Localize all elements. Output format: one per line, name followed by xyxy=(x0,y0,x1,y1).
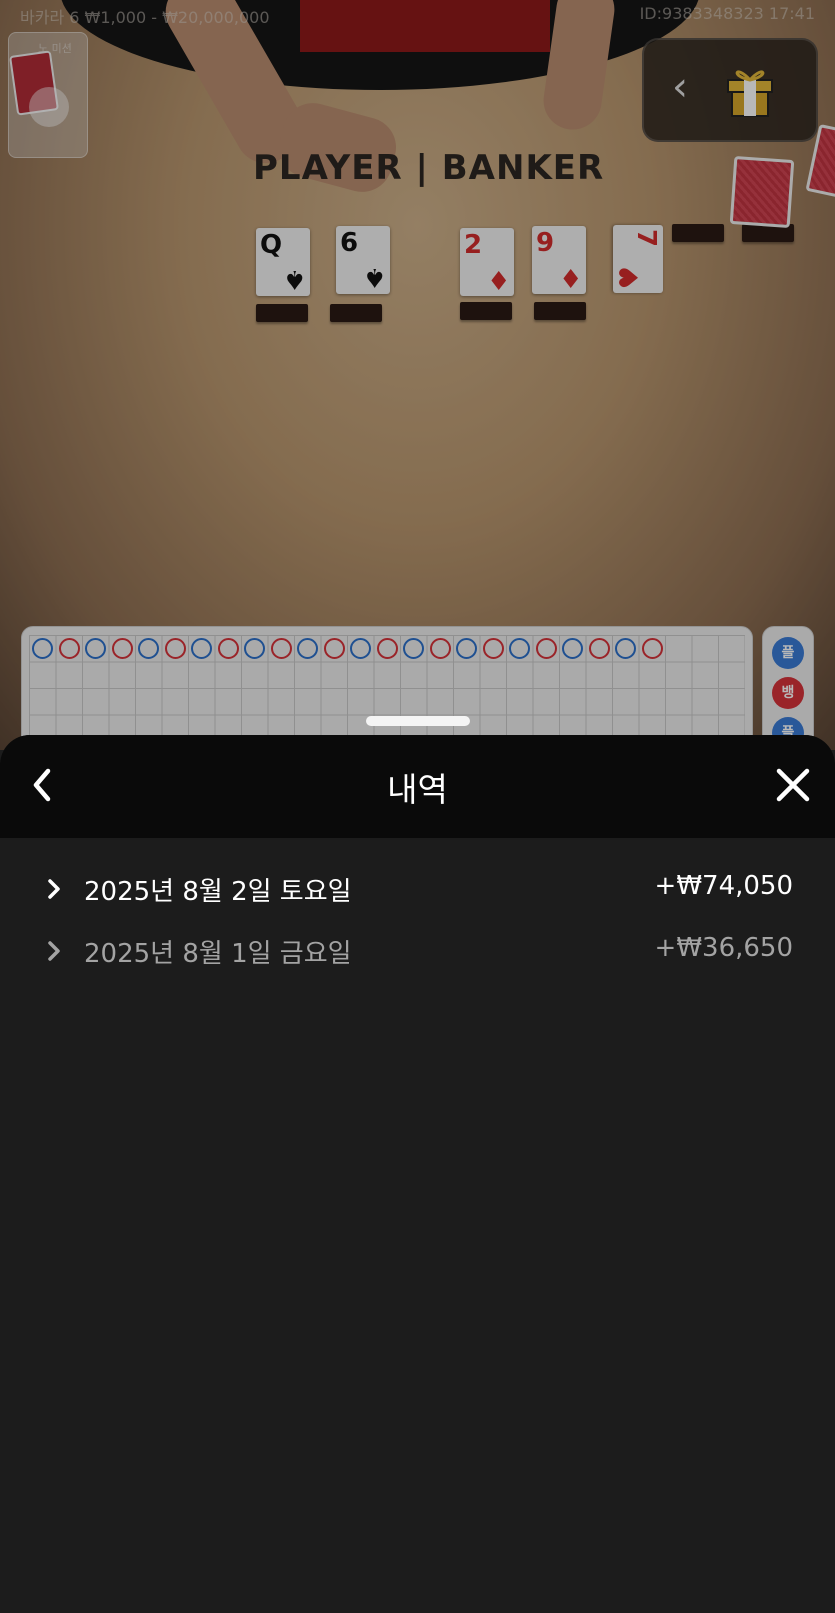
history-amount: +₩74,050 xyxy=(654,871,793,901)
chevron-right-icon xyxy=(48,879,60,899)
history-row[interactable]: 2025년 8월 2일 토요일 +₩74,050 xyxy=(0,865,835,915)
live-game-scene: 바카라 6 ₩1,000 - ₩20,000,000 ID:9383348323… xyxy=(0,0,835,750)
sheet-drag-handle[interactable] xyxy=(366,716,470,726)
scene-dim-overlay xyxy=(0,0,835,750)
history-row[interactable]: 2025년 8월 1일 금요일 +₩36,650 xyxy=(0,927,835,977)
history-sheet: 내역 2025년 8월 2일 토요일 +₩74,050 2025년 8월 1일 … xyxy=(0,735,835,1613)
close-icon[interactable] xyxy=(771,763,815,807)
sheet-title: 내역 xyxy=(387,770,448,809)
history-amount: +₩36,650 xyxy=(654,933,793,963)
history-date: 2025년 8월 1일 금요일 xyxy=(84,939,352,969)
chevron-right-icon xyxy=(48,941,60,961)
sheet-header: 내역 xyxy=(0,735,835,838)
history-date: 2025년 8월 2일 토요일 xyxy=(84,877,352,907)
